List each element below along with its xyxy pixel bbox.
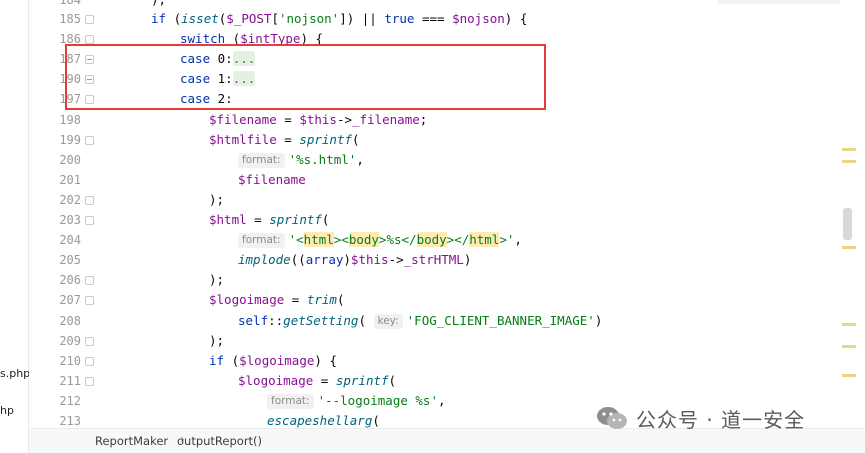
line-number: 209 [59,334,81,348]
line-number: 205 [59,253,81,267]
code-line[interactable]: $filename = $this->_filename; [209,110,427,130]
line-number: 207 [59,293,81,307]
watermark-text: 公众号 · 道一安全 [636,407,806,432]
line-number: 185 [59,12,81,26]
code-line[interactable]: ); [209,270,224,290]
code-line[interactable]: self::getSetting( key: 'FOG_CLIENT_BANNER… [238,311,602,331]
scroll-marker[interactable] [842,323,856,326]
scroll-marker[interactable] [842,374,856,377]
code-line[interactable]: if (isset($_POST['nojson']) || true === … [151,9,527,29]
scroll-marker[interactable] [842,246,856,249]
fold-marker-icon[interactable] [85,35,94,44]
line-number: 198 [59,113,81,127]
code-line[interactable]: $logoimage = trim( [209,290,344,310]
scrollbar-thumb[interactable] [843,208,852,240]
wechat-icon [597,407,627,429]
code-line[interactable]: implode((array)$this->_strHTML) [238,250,471,270]
code-line[interactable]: ); [209,331,224,351]
fold-marker-icon[interactable] [85,296,94,305]
code-line[interactable]: if ($logoimage) { [209,351,337,371]
code-line[interactable]: ); [209,190,224,210]
project-file-item[interactable]: hp [0,404,14,417]
code-line[interactable]: $html = sprintf( [209,210,329,230]
project-tree-panel[interactable]: s.php hp [0,0,30,453]
line-number: 201 [59,173,81,187]
scroll-marker[interactable] [842,345,856,348]
scroll-marker[interactable] [842,148,856,151]
code-line[interactable]: $filename [238,170,306,190]
line-number: 211 [59,374,81,388]
fold-marker-icon[interactable] [85,377,94,386]
code-line[interactable]: $htmlfile = sprintf( [209,130,360,150]
line-number: 199 [59,133,81,147]
code-line[interactable]: escapeshellarg( [267,411,380,428]
line-number: 212 [59,394,81,408]
fold-marker-icon[interactable] [85,337,94,346]
line-number: 206 [59,273,81,287]
line-number: 204 [59,233,81,247]
code-line[interactable]: $logoimage = sprintf( [238,371,396,391]
fold-marker-icon[interactable] [85,216,94,225]
fold-marker-icon[interactable] [85,15,94,24]
line-number: 202 [59,193,81,207]
breadcrumb-item[interactable]: outputReport() [177,434,262,448]
watermark: 公众号 · 道一安全 [596,398,805,438]
line-number: 200 [59,153,81,167]
line-number: 208 [59,314,81,328]
fold-marker-icon[interactable] [85,276,94,285]
code-line[interactable]: format: '<html><body>%s</body></html>', [238,230,522,250]
project-file-item[interactable]: s.php [0,367,30,380]
code-line[interactable]: format: '%s.html', [238,150,364,170]
fold-marker-icon[interactable] [85,136,94,145]
line-number: 210 [59,354,81,368]
highlight-annotation-box [65,44,546,110]
fold-marker-icon[interactable] [85,357,94,366]
code-line[interactable]: format: '--logoimage %s', [267,391,446,411]
breadcrumb-item[interactable]: ReportMaker [95,434,168,448]
fold-marker-icon[interactable] [85,196,94,205]
scroll-marker[interactable] [842,160,856,163]
line-number: 203 [59,213,81,227]
